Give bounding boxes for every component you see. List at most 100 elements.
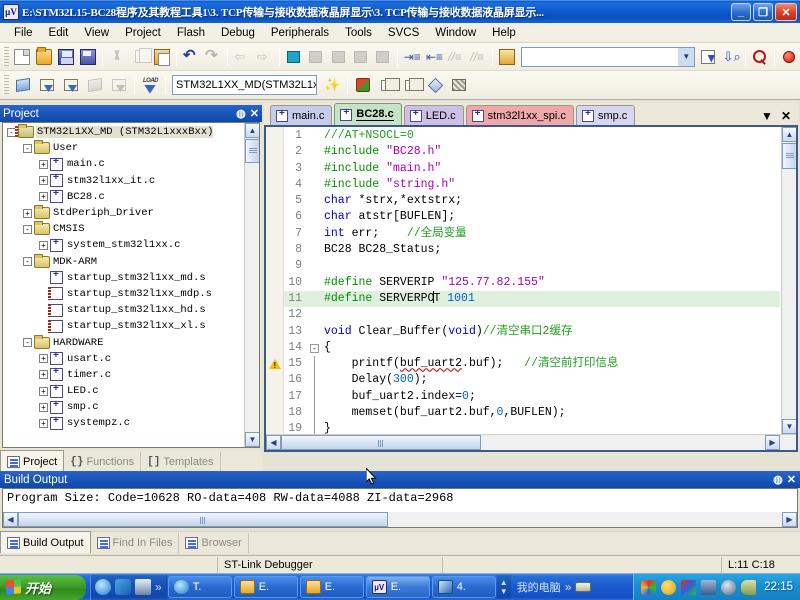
manage-runtime-button[interactable] — [352, 74, 374, 96]
tree-item-stdperiph-driver[interactable]: + StdPeriph_Driver — [3, 205, 243, 221]
editor-tab-main-c[interactable]: main.c — [270, 105, 333, 125]
code-line[interactable]: 4 #include "string.h" — [284, 177, 780, 193]
tab-functions[interactable]: {} Functions — [64, 452, 142, 472]
bookmark-next-button[interactable] — [328, 46, 348, 68]
expand-icon[interactable]: + — [39, 240, 48, 250]
paint-icon[interactable] — [681, 579, 697, 595]
tab-templates[interactable]: [] Templates — [141, 452, 221, 472]
rebuild-button[interactable] — [60, 74, 82, 96]
bookmark-toggle-button[interactable] — [284, 46, 304, 68]
outlook-icon[interactable] — [115, 579, 131, 595]
menu-help[interactable]: Help — [484, 25, 524, 41]
chevron-down-icon[interactable]: ▼ — [678, 47, 695, 66]
code-line[interactable]: 12 — [284, 307, 780, 323]
code-line[interactable]: 2 #include "BC28.h" — [284, 144, 780, 160]
tree-item-stm32l1xx-it-c[interactable]: + stm32l1xx_it.c — [3, 173, 243, 189]
load-button[interactable]: LOAD — [139, 74, 161, 96]
expand-icon[interactable]: + — [39, 370, 48, 380]
code-line[interactable]: 18 memset(buf_uart2.buf,0,BUFLEN); — [284, 405, 780, 422]
plus-icon[interactable] — [661, 579, 677, 595]
grid-button[interactable] — [448, 74, 470, 96]
project-tree-scrollbar[interactable]: ▲ ▼ — [244, 123, 259, 447]
editor-vscrollbar[interactable]: ▲ ▼ — [781, 127, 796, 434]
editor-tab-led-c[interactable]: LED.c — [403, 105, 464, 125]
expand-icon[interactable]: + — [23, 208, 32, 218]
tree-item-startup-stm32l1xx-xl-s[interactable]: startup_stm32l1xx_xl.s — [3, 318, 243, 334]
code-line[interactable]: 9 — [284, 258, 780, 274]
search-target-button[interactable] — [750, 46, 770, 68]
tree-item-startup-stm32l1xx-mdp-s[interactable]: startup_stm32l1xx_mdp.s — [3, 286, 243, 302]
editor-scroll-thumb[interactable] — [782, 143, 796, 169]
volume-icon[interactable] — [721, 579, 737, 595]
collapse-icon[interactable]: - — [23, 143, 32, 153]
code-line[interactable]: 10 #define SERVERIP "125.77.82.155" — [284, 275, 780, 291]
code-line[interactable]: 17 buf_uart2.index=0; — [284, 388, 780, 406]
menu-peripherals[interactable]: Peripherals — [263, 25, 337, 41]
tab-build-output[interactable]: Build Output — [0, 531, 91, 553]
uncomment-button[interactable]: //≡ — [468, 46, 488, 68]
tree-item-startup-stm32l1xx-md-s[interactable]: startup_stm32l1xx_md.s — [3, 270, 243, 286]
tree-item-user[interactable]: - User — [3, 140, 243, 156]
bookmark-prev-button[interactable] — [306, 46, 326, 68]
chevron-down-icon[interactable]: ▼ — [761, 109, 773, 123]
restore-button[interactable]: ❐ — [753, 3, 773, 21]
keyboard-icon[interactable] — [575, 582, 592, 592]
code-line[interactable]: 16 Delay(300); — [284, 372, 780, 390]
indent-decrease-button[interactable]: ⇤≡ — [424, 46, 444, 68]
network-icon[interactable] — [701, 579, 717, 595]
tree-item-startup-stm32l1xx-hd-s[interactable]: startup_stm32l1xx_hd.s — [3, 302, 243, 318]
menu-file[interactable]: File — [6, 25, 41, 41]
editor-hscroll-thumb[interactable] — [281, 435, 481, 450]
indent-increase-button[interactable]: ⇥≡ — [402, 46, 422, 68]
code-line[interactable]: 5 char *strx,*extstrx; — [284, 193, 780, 209]
pin-icon[interactable]: ◍ — [773, 473, 783, 486]
undo-button[interactable]: ↶ — [181, 46, 201, 68]
target-options-button[interactable]: ✨ — [321, 74, 343, 96]
build-hscroll-right-icon[interactable]: ▶ — [782, 512, 797, 527]
copy-button[interactable] — [130, 46, 153, 68]
code-lines[interactable]: 1 ///AT+NSOCL=0 2 #include "BC28.h" 3 #includ… — [284, 128, 780, 434]
batch-build-button[interactable] — [84, 74, 106, 96]
clock[interactable]: 22:15 — [764, 581, 793, 593]
scroll-thumb[interactable] — [245, 139, 259, 163]
tree-item-led-c[interactable]: + LED.c — [3, 383, 243, 399]
ie-icon[interactable] — [95, 579, 111, 595]
editor-scroll-up-icon[interactable]: ▲ — [782, 127, 796, 142]
stop-build-2-button[interactable] — [108, 74, 130, 96]
stop-build-button[interactable] — [779, 46, 799, 68]
taskbar-item-0[interactable]: T. — [167, 576, 232, 598]
code-line[interactable]: 7 int err; //全局变量 — [284, 226, 780, 242]
tree-item-cmsis[interactable]: - CMSIS — [3, 221, 243, 237]
bookmark-clear-all-button[interactable] — [372, 46, 392, 68]
configure-button[interactable] — [400, 74, 424, 96]
chevron-right-icon[interactable]: » — [155, 580, 162, 594]
menu-window[interactable]: Window — [427, 25, 484, 41]
editor-hscrollbar[interactable]: ◀ ▶ — [266, 434, 796, 450]
build-hscroll-thumb[interactable] — [18, 512, 388, 527]
scroll-up-icon[interactable]: ▲ — [245, 123, 259, 138]
close-icon[interactable]: ✕ — [250, 107, 259, 120]
collapse-icon[interactable]: - — [23, 338, 32, 348]
media-icon[interactable] — [135, 579, 151, 595]
tree-item-mdk-arm[interactable]: - MDK-ARM — [3, 253, 243, 270]
tree-item-stm32l1xx-md-stm32l1xxxbxx-[interactable]: - STM32L1XX_MD (STM32L1xxxBxx) — [3, 124, 243, 140]
taskbar-item-1[interactable]: E. — [233, 576, 298, 598]
new-file-button[interactable] — [12, 46, 32, 68]
expand-icon[interactable]: + — [39, 192, 48, 202]
paste-button[interactable] — [152, 46, 172, 68]
navigate-back-button[interactable]: ⇦ — [232, 46, 252, 68]
tree-item-hardware[interactable]: - HARDWARE — [3, 334, 243, 350]
tree-item-systempz-c[interactable]: + systempz.c — [3, 415, 243, 431]
build-output-hscrollbar[interactable]: ◀ ▶ — [3, 512, 797, 527]
save-all-button[interactable] — [78, 46, 98, 68]
tab-project[interactable]: Project — [0, 450, 65, 472]
tree-item-main-c[interactable]: + main.c — [3, 156, 243, 172]
find-next-button[interactable] — [698, 46, 718, 68]
tree-item-system-stm32l1xx-c[interactable]: + system_stm32l1xx.c — [3, 237, 243, 253]
taskbar-item-3[interactable]: µV E. — [365, 576, 430, 598]
find-in-files-button[interactable] — [497, 46, 517, 68]
code-line[interactable]: 15 printf(buf_uart2.buf); //清空前打印信息 — [284, 356, 780, 373]
manage-project-button[interactable] — [376, 74, 400, 96]
code-line[interactable]: 6 char atstr[BUFLEN]; — [284, 209, 780, 225]
build-hscroll-left-icon[interactable]: ◀ — [3, 512, 18, 527]
